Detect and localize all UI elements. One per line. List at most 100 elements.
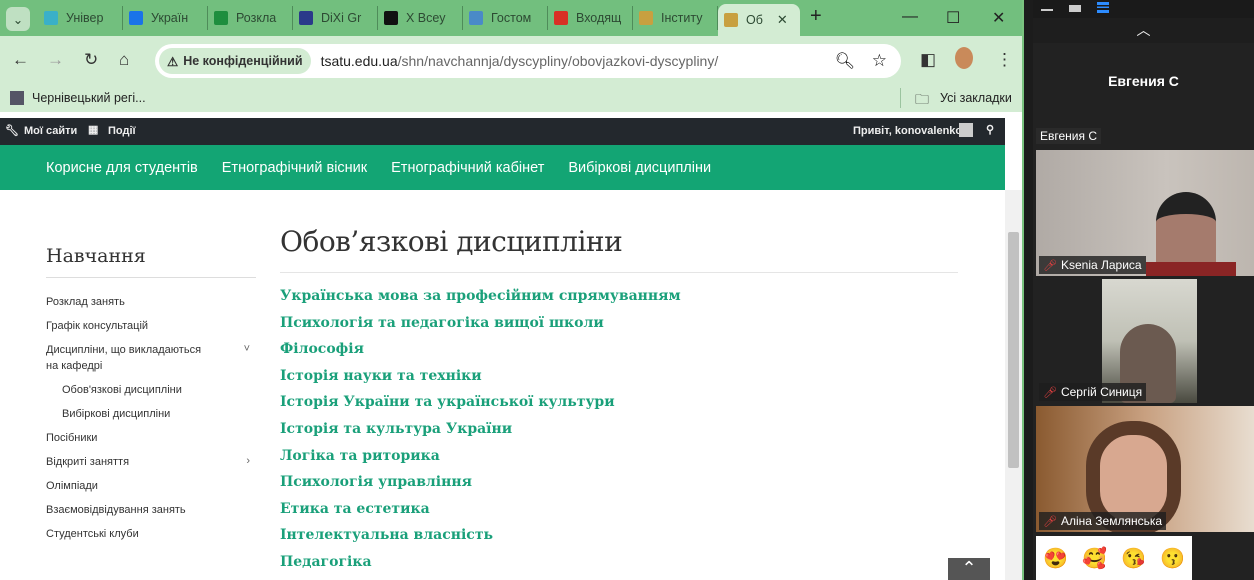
close-window-button[interactable]: ✕ (992, 8, 1005, 28)
mic-muted-icon: 🎤︎ (1043, 515, 1057, 528)
emoji-reaction-button[interactable]: 😘 (1121, 546, 1146, 571)
participant-video[interactable]: 🎤︎ Аліна Землянська (1036, 406, 1254, 532)
course-link[interactable]: Українська мова за професійним спрямуван… (280, 283, 958, 310)
nav-link[interactable]: Корисне для студентів (46, 160, 198, 176)
tab-active[interactable]: Об ✕ (718, 4, 800, 36)
course-link[interactable]: Педагогіка (280, 549, 958, 576)
sidebar-item-label: Обов'язкові дисципліни (62, 384, 182, 396)
sidebar-item[interactable]: Вибіркові дисципліни (46, 402, 256, 426)
tab-title: Україн (151, 11, 189, 25)
course-link[interactable]: Історія науки та техніки (280, 363, 958, 390)
participant-video[interactable]: 🎤︎ Ksenia Лариса (1036, 150, 1254, 276)
tab[interactable]: DiXi Gr (293, 6, 378, 30)
tab-title: Універ (66, 11, 104, 25)
new-tab-button[interactable]: + (810, 5, 822, 28)
star-icon[interactable]: ☆ (872, 51, 887, 71)
address-bar[interactable]: ⚠ Не конфіденційний tsatu.edu.ua/shn/navc… (155, 44, 901, 78)
tab[interactable]: Входящ (548, 6, 633, 30)
sidebar-item-label: Відкриті заняття (46, 456, 130, 468)
tab-favicon-icon (129, 11, 143, 25)
sidebar-item[interactable]: Олімпіади (46, 474, 256, 498)
tab[interactable]: Україн (123, 6, 208, 30)
sidebar-item[interactable]: Посібники (46, 426, 256, 450)
participant-video[interactable]: 🎤︎ Сергій Синиця (1036, 279, 1254, 403)
course-link[interactable]: Інтелектуальна власність (280, 522, 958, 549)
scrollbar-thumb[interactable] (1008, 232, 1019, 468)
scroll-to-top-button[interactable]: ⌃ (948, 558, 990, 580)
sidebar-item-label: Студентські клуби (46, 528, 139, 540)
emoji-reaction-button[interactable]: 😍 (1043, 546, 1068, 571)
sidebar-item[interactable]: Графік консультацій (46, 314, 256, 338)
zoom-search-icon[interactable]: 🔍︎ (835, 51, 855, 71)
emoji-reaction-button[interactable]: 🥰 (1082, 546, 1107, 571)
participant-name-box: 🎤︎ Аліна Землянська (1039, 512, 1167, 530)
tab[interactable]: Інститу (633, 6, 718, 30)
close-tab-icon[interactable]: ✕ (777, 12, 788, 28)
chevron-icon[interactable]: › (246, 453, 250, 469)
side-panel-icon[interactable]: ◧ (920, 50, 936, 70)
course-link[interactable]: Логіка та риторика (280, 443, 958, 470)
bookmarks-bar: Чернівецький регі... 🗀 Усі закладки (0, 86, 1022, 112)
sidebar-item[interactable]: Дисципліни, що викладаються на кафедрі ˅ (46, 338, 256, 378)
sidebar-item[interactable]: Взаємовідвідування занять (46, 498, 256, 522)
tab[interactable]: Універ (38, 6, 123, 30)
my-sites-link[interactable]: Мої сайти (24, 125, 77, 137)
nav-link[interactable]: Етнографічний вісник (222, 160, 367, 176)
menu-icon[interactable]: ⋮ (996, 50, 1013, 70)
minimize-view-icon[interactable] (1041, 9, 1053, 11)
profile-avatar[interactable] (955, 47, 973, 69)
calendar-icon: ▦ (88, 124, 99, 136)
bookmark-item[interactable]: Чернівецький регі... (32, 91, 146, 105)
toolbar: ← → ↻ ⌂ ⚠ Не конфіденційний tsatu.edu.ua/… (0, 36, 1022, 86)
tab-title: Розкла (236, 11, 277, 25)
sidebar-item-label: Дисципліни, що викладаються на кафедрі (46, 344, 202, 372)
sidebar-item-label: Олімпіади (46, 480, 98, 492)
course-link[interactable]: Психологія управління (280, 469, 958, 496)
tab[interactable]: Розкла (208, 6, 293, 30)
tab-bar: ⌄ Універ Україн Розкла DiXi Gr X Всеу Гостом В… (0, 0, 1022, 36)
user-avatar[interactable] (959, 123, 973, 137)
events-link[interactable]: Події (108, 125, 136, 137)
emoji-reaction-button[interactable]: 😗 (1160, 546, 1185, 571)
url-text[interactable]: tsatu.edu.ua/shn/navchannja/dyscypliny/o… (321, 53, 719, 69)
course-link[interactable]: Етика та естетика (280, 496, 958, 523)
forward-icon[interactable]: → (47, 50, 64, 70)
participant-name-box: 🎤︎ Ksenia Лариса (1039, 256, 1146, 274)
course-link[interactable]: Психологія та педагогіка вищої школи (280, 310, 958, 337)
course-link[interactable]: Історія та культура України (280, 416, 958, 443)
chevron-icon[interactable]: ˅ (244, 341, 250, 357)
course-link[interactable]: Філософія (280, 336, 958, 363)
reload-icon[interactable]: ↻ (84, 50, 98, 70)
nav-link[interactable]: Етнографічний кабінет (391, 160, 544, 176)
back-icon[interactable]: ← (12, 50, 29, 70)
page-title: Обов’язкові дисципліни (280, 225, 958, 273)
search-icon[interactable]: ⚲ (986, 123, 994, 136)
sidebar-item-label: Посібники (46, 432, 98, 444)
sidebar-item[interactable]: Розклад занять (46, 290, 256, 314)
scrollbar[interactable] (1005, 190, 1022, 580)
mic-muted-icon: 🎤︎ (1043, 386, 1057, 399)
gallery-view-icon[interactable] (1069, 5, 1081, 12)
home-icon[interactable]: ⌂ (119, 50, 129, 70)
sidebar-item[interactable]: Обов'язкові дисципліни (46, 378, 256, 402)
tab[interactable]: Гостом (463, 6, 548, 30)
all-bookmarks-button[interactable]: Усі закладки (940, 91, 1012, 105)
sidebar-item-label: Вибіркові дисципліни (62, 408, 171, 420)
course-link[interactable]: Історія України та української культури (280, 389, 958, 416)
maximize-button[interactable]: ☐ (946, 8, 960, 28)
greeting-link[interactable]: Привіт, konovalenko (853, 125, 962, 137)
url-domain: tsatu.edu.ua (320, 53, 398, 69)
tab-title: Інститу (661, 11, 703, 25)
sidebar-item[interactable]: Відкриті заняття › (46, 450, 256, 474)
tab[interactable]: X Всеу (378, 6, 463, 30)
minimize-button[interactable]: — (902, 8, 918, 26)
tab-search-button[interactable]: ⌄ (6, 7, 30, 31)
nav-link[interactable]: Вибіркові дисципліни (568, 160, 711, 176)
zoom-panel: ︿ Евгения С Евгения С 🎤︎ Ksenia Лариса 🎤︎… (1033, 0, 1254, 580)
security-chip[interactable]: ⚠ Не конфіденційний (159, 48, 311, 74)
collapse-up-icon[interactable]: ︿ (1033, 18, 1254, 43)
url-path: /shn/navchannja/dyscypliny/obovjazkovi-d… (397, 53, 719, 69)
sidebar-item[interactable]: Студентські клуби (46, 522, 256, 546)
sidebar: Навчання Розклад занять Графік консультац… (46, 245, 256, 546)
speaker-view-icon[interactable] (1097, 2, 1109, 13)
